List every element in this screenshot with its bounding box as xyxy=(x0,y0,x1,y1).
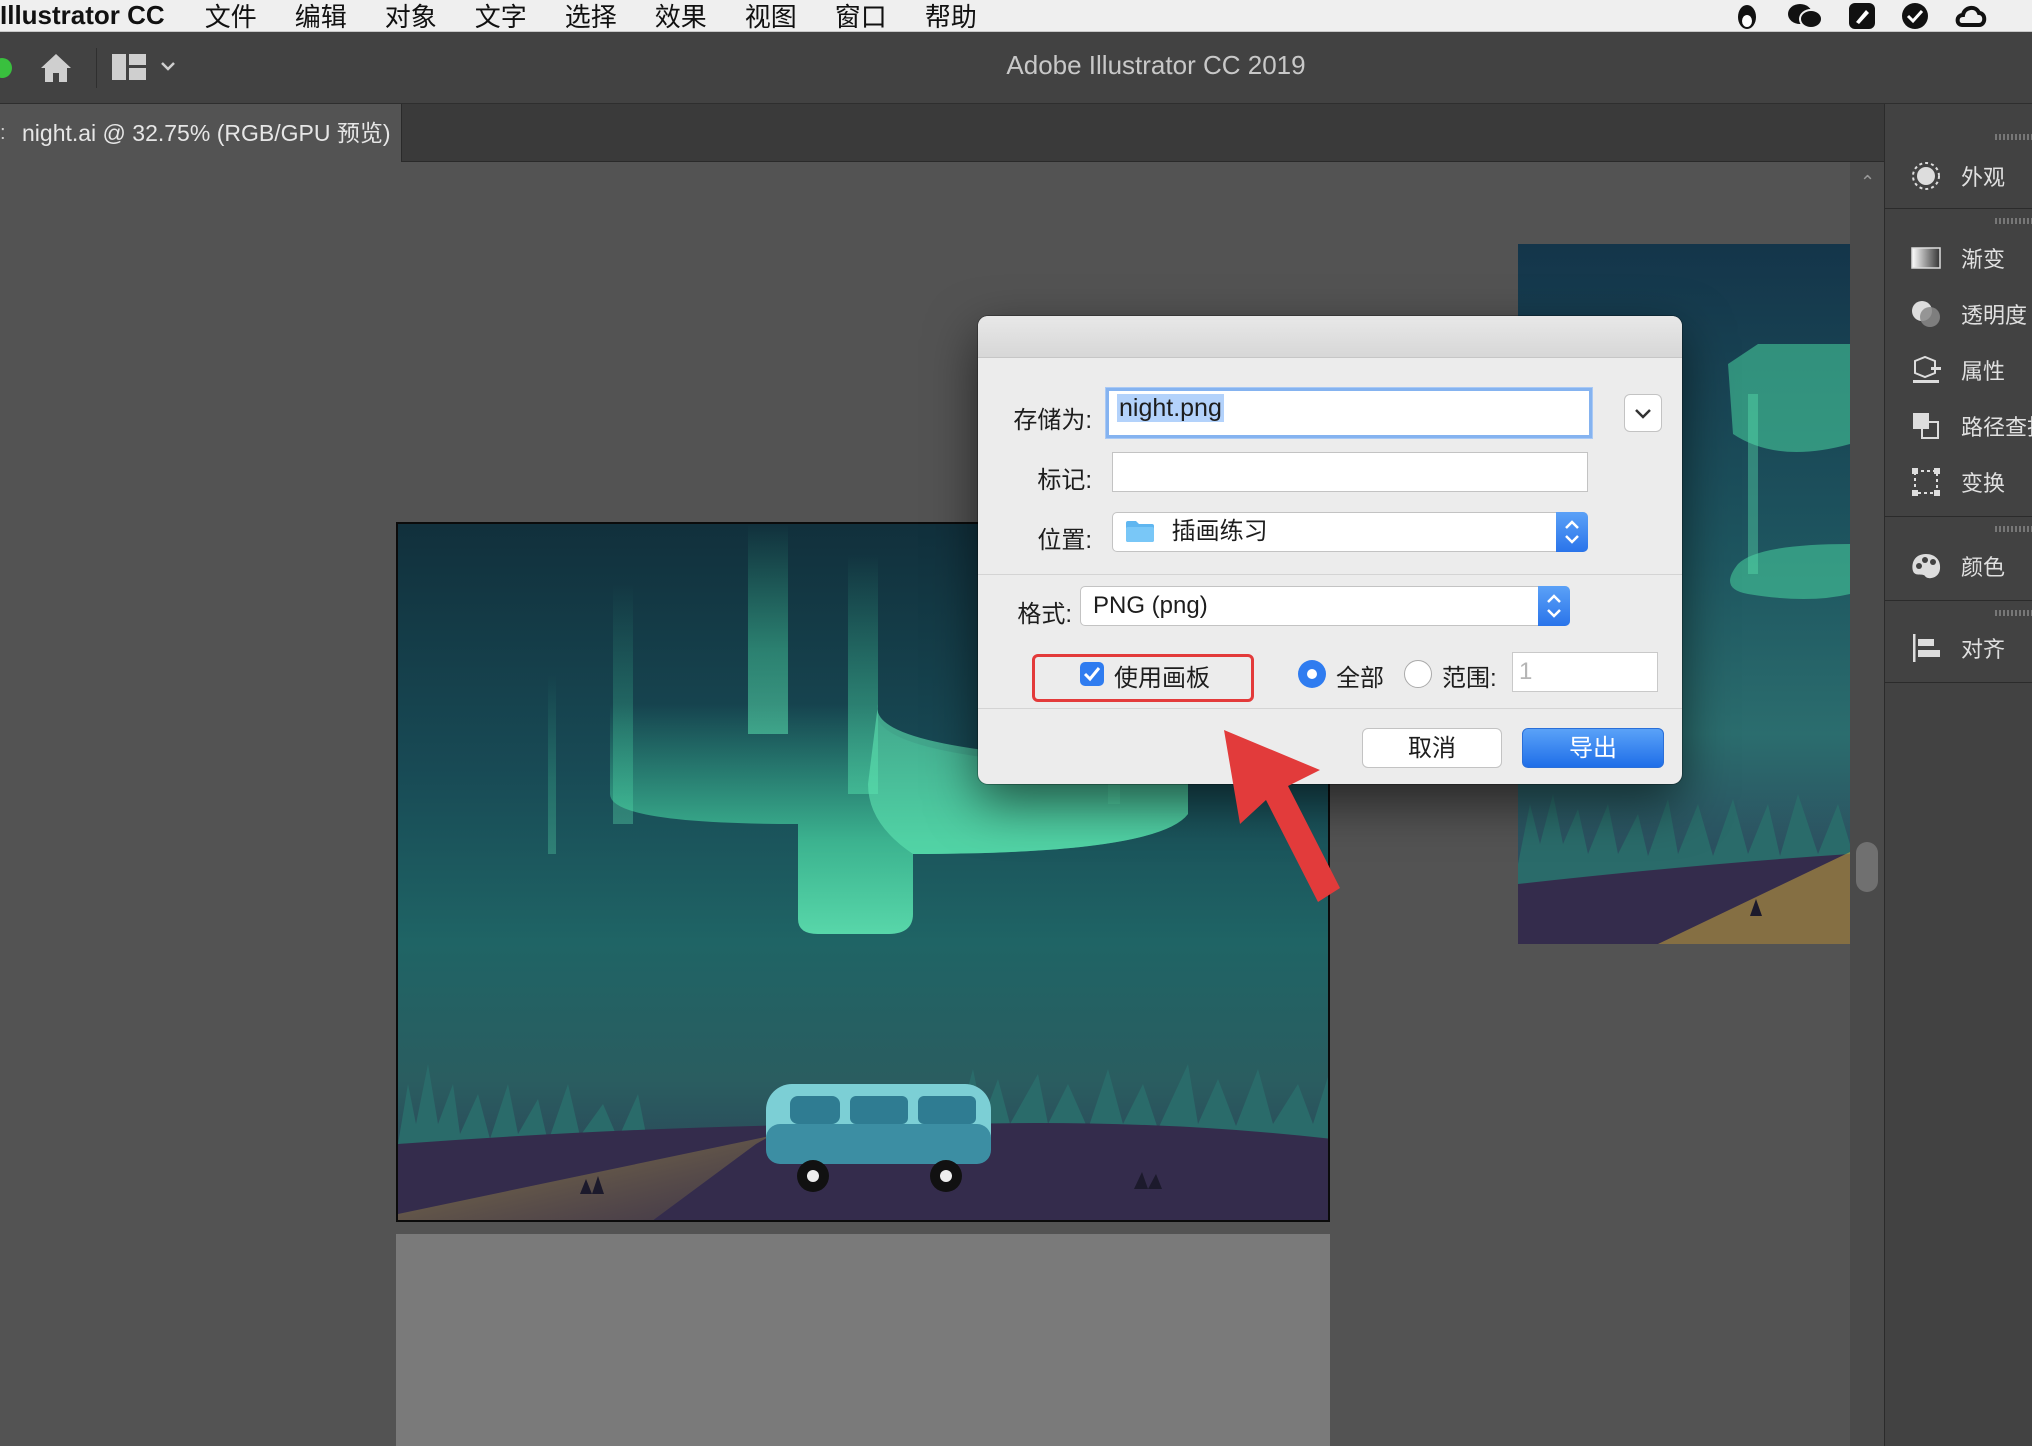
document-tab-title: night.ai @ 32.75% (RGB/GPU 预览) xyxy=(22,120,391,146)
appearance-icon xyxy=(1912,162,1940,190)
tags-field[interactable] xyxy=(1112,452,1588,492)
transform-icon xyxy=(1912,468,1940,496)
note-app-icon[interactable] xyxy=(1848,2,1876,30)
cancel-button[interactable]: 取消 xyxy=(1362,728,1502,768)
menu-select[interactable]: 选择 xyxy=(565,0,617,34)
panel-label: 变换 xyxy=(1961,471,2006,496)
panel-grip[interactable] xyxy=(1995,134,2032,140)
scrollbar-thumb[interactable] xyxy=(1856,842,1878,892)
panel-grip[interactable] xyxy=(1995,218,2032,224)
save-as-field[interactable]: night.png xyxy=(1106,388,1592,438)
color-icon xyxy=(1912,554,1941,579)
panel-divider xyxy=(1885,600,2032,601)
range-radio[interactable] xyxy=(1404,660,1432,688)
save-as-label: 存储为: xyxy=(1013,407,1092,434)
panel-transparency[interactable]: 透明度 xyxy=(1909,292,2027,336)
location-label: 位置: xyxy=(1037,527,1092,554)
all-radio[interactable] xyxy=(1298,660,1326,688)
transparency-icon xyxy=(1912,301,1940,327)
dialog-separator xyxy=(978,574,1682,575)
panel-label: 渐变 xyxy=(1961,247,2006,272)
app-menu[interactable]: Illustrator CC xyxy=(0,0,165,31)
canvas-vertical-scrollbar[interactable]: ⌃ xyxy=(1850,162,1884,1446)
input-method-icon[interactable] xyxy=(2012,2,2026,30)
panel-appearance[interactable]: 外观 xyxy=(1909,154,2005,198)
status-tray xyxy=(1732,0,2032,32)
format-popup[interactable]: PNG (png) xyxy=(1080,586,1570,626)
panel-transform[interactable]: 变换 xyxy=(1909,460,2005,504)
menu-edit[interactable]: 编辑 xyxy=(295,0,347,34)
tags-label: 标记: xyxy=(1037,467,1092,494)
document-tab-bar: : night.ai @ 32.75% (RGB/GPU 预览) xyxy=(0,104,1884,162)
menu-help[interactable]: 帮助 xyxy=(925,0,977,34)
align-icon xyxy=(1913,634,1940,662)
format-label: 格式: xyxy=(1017,601,1072,628)
all-label[interactable]: 全部 xyxy=(1336,658,1384,693)
dialog-separator xyxy=(978,708,1682,709)
menu-object[interactable]: 对象 xyxy=(385,0,437,34)
panel-grip[interactable] xyxy=(1995,610,2032,616)
scroll-up-icon[interactable]: ⌃ xyxy=(1860,172,1875,193)
panel-attributes[interactable]: 属性 xyxy=(1909,348,2005,392)
panel-label: 透明度 xyxy=(1961,303,2028,328)
menu-type[interactable]: 文字 xyxy=(475,0,527,34)
menu-window[interactable]: 窗口 xyxy=(835,0,887,34)
panel-label: 颜色 xyxy=(1961,555,2006,580)
panel-divider xyxy=(1885,682,2032,683)
annotation-highlight xyxy=(1032,654,1254,702)
gradient-icon xyxy=(1911,247,1941,269)
panel-pathfinder[interactable]: 路径查找器 xyxy=(1909,404,2032,448)
location-stepper[interactable] xyxy=(1556,512,1588,552)
folder-icon xyxy=(1126,521,1154,542)
panel-color[interactable]: 颜色 xyxy=(1909,544,2005,588)
check-circle-icon[interactable] xyxy=(1900,1,1930,31)
up-down-chevron-icon xyxy=(1547,594,1561,618)
artboard-pasteboard-gray xyxy=(396,1234,1330,1446)
panel-dock: 外观 渐变 透明度 属性 路径查找器 变换 xyxy=(1884,104,2032,1446)
penguin-icon[interactable] xyxy=(1732,1,1762,31)
expand-dialog-button[interactable] xyxy=(1624,394,1662,432)
window-title: Adobe Illustrator CC 2019 xyxy=(1006,50,1306,80)
save-as-value: night.png xyxy=(1117,394,1224,422)
attributes-icon xyxy=(1913,355,1941,383)
panel-divider xyxy=(1885,516,2032,517)
menu-view[interactable]: 视图 xyxy=(745,0,797,34)
close-tab-icon[interactable]: : xyxy=(0,104,6,162)
app-bar: Adobe Illustrator CC 2019 xyxy=(0,32,2032,104)
panel-label: 路径查找器 xyxy=(1961,415,2032,440)
export-dialog: 存储为: night.png 标记: 位置: 插画练习 格式: PNG (png… xyxy=(978,316,1682,784)
menu-bar: Illustrator CC 文件 编辑 对象 文字 选择 效果 视图 窗口 帮… xyxy=(0,0,2032,32)
chevron-down-icon xyxy=(1635,409,1651,419)
panel-align[interactable]: 对齐 xyxy=(1909,626,2005,670)
dialog-titlebar[interactable] xyxy=(978,316,1682,358)
location-value: 插画练习 xyxy=(1171,518,1268,545)
creative-cloud-icon[interactable] xyxy=(1954,1,1988,31)
location-popup[interactable]: 插画练习 xyxy=(1112,512,1588,552)
panel-label: 属性 xyxy=(1961,359,2006,384)
format-value: PNG (png) xyxy=(1093,592,1208,619)
menu-effect[interactable]: 效果 xyxy=(655,0,707,34)
panel-divider xyxy=(1885,208,2032,209)
format-stepper[interactable] xyxy=(1538,586,1570,626)
menu-file[interactable]: 文件 xyxy=(205,0,257,34)
export-button[interactable]: 导出 xyxy=(1522,728,1664,768)
annotation-arrow-icon xyxy=(1224,730,1340,902)
up-down-chevron-icon xyxy=(1565,520,1579,544)
panel-gradient[interactable]: 渐变 xyxy=(1909,236,2005,280)
pathfinder-icon xyxy=(1913,413,1939,439)
document-tab[interactable]: : night.ai @ 32.75% (RGB/GPU 预览) xyxy=(0,104,402,162)
panel-label: 对齐 xyxy=(1961,637,2006,662)
range-label[interactable]: 范围: xyxy=(1442,658,1497,693)
range-field[interactable]: 1 xyxy=(1512,652,1658,692)
wechat-icon[interactable] xyxy=(1786,1,1824,31)
panel-grip[interactable] xyxy=(1995,526,2032,532)
panel-label: 外观 xyxy=(1961,165,2006,190)
